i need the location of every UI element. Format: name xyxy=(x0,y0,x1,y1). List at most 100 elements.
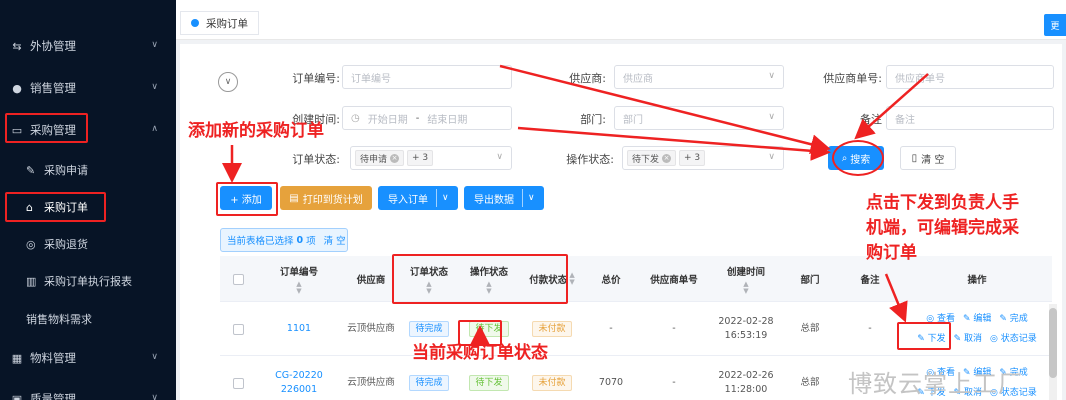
chevron-up-icon: ∧ xyxy=(151,124,158,134)
transfer-icon: ⇆ xyxy=(12,39,22,53)
box-icon: ▦ xyxy=(11,351,23,365)
supplier-select[interactable]: 供应商 ∨ xyxy=(614,65,784,89)
header-dept: 部门 xyxy=(782,256,838,302)
dept-cell: 总部 xyxy=(800,377,820,388)
order-no-part: CG-20220 xyxy=(275,370,323,381)
close-icon[interactable]: × xyxy=(390,153,400,163)
clock-icon: ◷ xyxy=(351,112,360,124)
header-label: 创建时间 xyxy=(726,266,765,278)
op-status-label: 操作状态: xyxy=(566,153,614,166)
close-icon[interactable]: × xyxy=(662,153,672,163)
sort-icon[interactable]: ▲ ▼ xyxy=(743,280,748,295)
import-button-label: 导入订单 xyxy=(388,194,428,206)
print-button-label: 打印到货计划 xyxy=(302,194,363,206)
header-select-all[interactable] xyxy=(220,256,256,302)
header-label: 总价 xyxy=(601,275,621,286)
remark-cell: - xyxy=(868,323,872,334)
highlight-purchase-menu xyxy=(5,113,88,143)
sort-icon[interactable]: ▲ ▼ xyxy=(569,272,574,286)
header-actions: 操作 xyxy=(902,256,1052,302)
clear-button-label: 清 空 xyxy=(921,154,945,166)
sidebar-item-sales[interactable]: ● 销售管理 ∨ xyxy=(0,73,176,103)
chevron-down-icon: ∨ xyxy=(768,152,775,162)
sidebar-item-label: 销售管理 xyxy=(30,81,76,95)
table-scrollbar[interactable] xyxy=(1049,304,1057,400)
divider xyxy=(522,189,523,207)
collapse-toggle-icon[interactable]: ∨ xyxy=(218,72,238,92)
checkbox[interactable] xyxy=(232,323,244,335)
status-log-link[interactable]: ◎ 状态记录 xyxy=(990,332,1037,346)
header-label: 供应商 xyxy=(356,275,386,286)
sidebar-subitem-label: 采购订单执行报表 xyxy=(44,275,132,288)
print-icon: ▤ xyxy=(289,192,299,204)
tag-text: 待申请 xyxy=(360,154,388,165)
created-time-cell: 2022-02-28 16:53:19 xyxy=(710,302,782,356)
sort-icon[interactable]: ▲ ▼ xyxy=(296,280,301,295)
order-no-label: 订单编号: xyxy=(292,72,340,85)
divider xyxy=(436,189,437,207)
group-icon: ● xyxy=(12,81,22,95)
export-data-button[interactable]: 导出数据 ∨ xyxy=(464,186,544,210)
clear-button[interactable]: ▯ 清 空 xyxy=(900,146,956,170)
selection-prefix: 当前表格已选择 xyxy=(227,236,294,247)
scrollbar-thumb[interactable] xyxy=(1049,308,1057,378)
selection-clear-link[interactable]: 清 空 xyxy=(324,233,346,247)
order-no-link[interactable]: CG-20220 226001 xyxy=(256,356,342,400)
chevron-down-icon[interactable]: ∨ xyxy=(442,193,449,203)
order-no-input[interactable]: 订单编号 xyxy=(342,65,512,89)
tab-purchase-order[interactable]: 采购订单 xyxy=(180,11,259,35)
supplier-order-input[interactable]: 供应商单号 xyxy=(886,65,1054,89)
dept-label: 部门: xyxy=(580,113,606,126)
supplier-no-cell: - xyxy=(672,377,676,388)
chevron-down-icon[interactable]: ∨ xyxy=(528,193,535,203)
status-badge: 未付款 xyxy=(532,321,572,337)
sidebar-item-outsourcing[interactable]: ⇆ 外协管理 ∨ xyxy=(0,31,176,61)
checkbox[interactable] xyxy=(232,377,244,389)
dept-cell: 总部 xyxy=(800,323,820,334)
remark-label: 备注 xyxy=(860,113,882,126)
sidebar-subitem-purchase-request[interactable]: ✎ 采购申请 xyxy=(0,155,176,185)
chevron-down-icon: ∨ xyxy=(151,352,158,362)
created-time: 16:53:19 xyxy=(724,330,768,341)
order-no-link[interactable]: 1101 xyxy=(256,302,342,356)
sidebar-subitem-purchase-return[interactable]: ◎ 采购退货 xyxy=(0,229,176,259)
checkbox[interactable] xyxy=(232,273,244,285)
row-select[interactable] xyxy=(220,302,256,356)
tag-text: 待下发 xyxy=(632,154,660,165)
sidebar-item-label: 质量管理 xyxy=(30,392,76,400)
annotation-issue-line3: 购订单 xyxy=(866,243,917,263)
selection-suffix: 项 xyxy=(306,236,316,247)
order-status-select[interactable]: 待申请 × + 3 ∨ xyxy=(350,146,512,170)
sidebar-item-quality[interactable]: ▣ 质量管理 ∨ xyxy=(0,384,176,400)
op-status-select[interactable]: 待下发 × + 3 ∨ xyxy=(622,146,784,170)
print-arrival-plan-button[interactable]: ▤ 打印到货计划 xyxy=(280,186,372,210)
chevron-down-icon: ∨ xyxy=(151,393,158,400)
status-badge: 待下发 xyxy=(469,375,509,391)
chevron-down-icon: ∨ xyxy=(768,71,775,81)
import-order-button[interactable]: 导入订单 ∨ xyxy=(378,186,458,210)
order-no-part: 226001 xyxy=(280,384,318,395)
header-order-no[interactable]: 订单编号 ▲ ▼ xyxy=(256,256,342,302)
sidebar-item-material[interactable]: ▦ 物料管理 ∨ xyxy=(0,343,176,373)
table-header: 订单编号 ▲ ▼ 供应商 订单状态 ▲ ▼ 操作状态 ▲ ▼ 付款状态 ▲ ▼ 总价 供应商单号… xyxy=(220,256,1052,302)
status-badge: 未付款 xyxy=(532,375,572,391)
dept-select[interactable]: 部门 ∨ xyxy=(614,106,784,130)
remark-input[interactable]: 备注 xyxy=(886,106,1054,130)
sidebar-subitem-execution-report[interactable]: ▥ 采购订单执行报表 xyxy=(0,266,176,296)
more-button[interactable]: 更 xyxy=(1044,14,1066,36)
header-label: 供应商单号 xyxy=(650,275,698,286)
supplier-order-label: 供应商单号: xyxy=(823,72,882,85)
created-date: 2022-02-26 xyxy=(718,370,774,381)
header-created-time[interactable]: 创建时间 ▲ ▼ xyxy=(710,256,782,302)
header-label: 订单编号 xyxy=(279,266,318,278)
report-icon: ▥ xyxy=(26,274,37,288)
sidebar-subitem-sales-material[interactable]: 销售物料需求 xyxy=(0,304,176,334)
row-select[interactable] xyxy=(220,356,256,400)
date-range-picker[interactable]: ◷ 开始日期 - 结束日期 xyxy=(342,106,512,130)
cancel-link[interactable]: ✎ 取消 xyxy=(954,332,982,346)
complete-link[interactable]: ✎ 完成 xyxy=(999,312,1027,326)
edit-link[interactable]: ✎ 编辑 xyxy=(963,312,991,326)
total-cell: 7070 xyxy=(598,377,624,388)
order-status-label: 订单状态: xyxy=(292,153,340,166)
annotation-issue-line2: 机端，可编辑完成采 xyxy=(866,218,1019,238)
